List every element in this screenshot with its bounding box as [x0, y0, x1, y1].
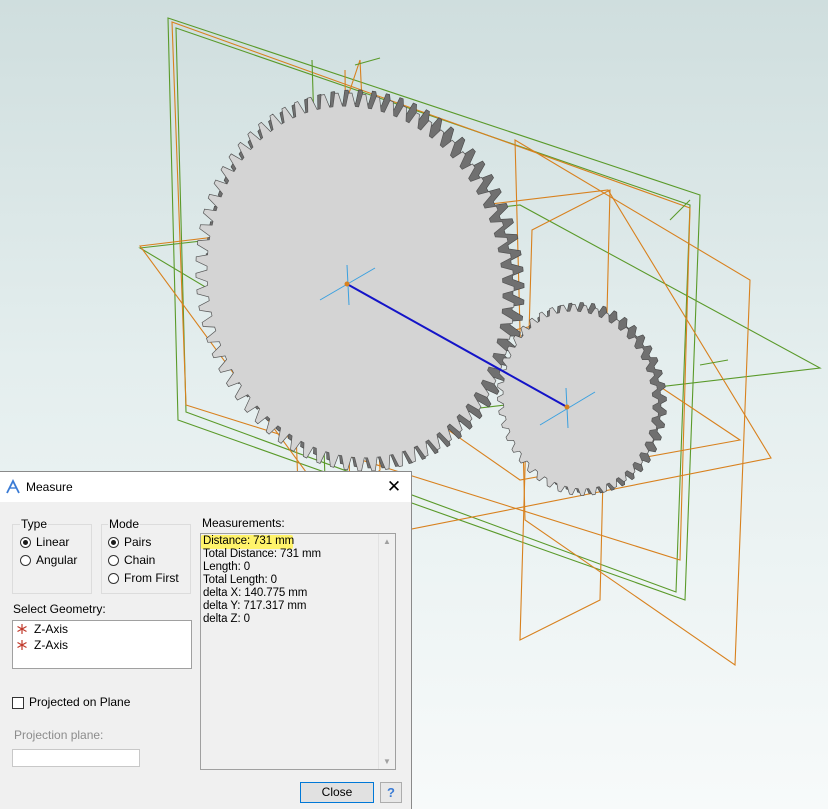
- projected-on-plane-checkbox[interactable]: [12, 697, 24, 709]
- measurements-label: Measurements:: [202, 516, 285, 530]
- type-linear-radio[interactable]: Linear: [20, 535, 69, 549]
- select-geometry-label: Select Geometry:: [13, 602, 106, 616]
- dialog-title: Measure: [26, 480, 73, 494]
- measurement-endpoint: [564, 404, 570, 410]
- mode-pairs-radio[interactable]: Pairs: [108, 535, 151, 549]
- list-item[interactable]: Z-Axis: [16, 622, 68, 636]
- radio-button-icon[interactable]: [20, 554, 31, 566]
- plane-glyph: [354, 57, 381, 66]
- close-icon[interactable]: ✕: [381, 475, 407, 499]
- large-gear: [195, 89, 525, 472]
- list-item[interactable]: Z-Axis: [16, 638, 68, 652]
- mode-group-label: Mode: [108, 517, 141, 531]
- projection-plane-field[interactable]: [12, 749, 140, 767]
- app-logo-icon: [6, 479, 20, 494]
- measure-dialog: Measure ✕ Type Linear Angular Mode Pairs…: [0, 471, 412, 809]
- radio-button-icon[interactable]: [108, 572, 119, 584]
- projected-on-plane-label: Projected on Plane: [29, 695, 131, 709]
- geometry-item-label: Z-Axis: [34, 638, 68, 652]
- dialog-titlebar[interactable]: Measure ✕: [0, 472, 411, 502]
- radio-label: Chain: [124, 553, 156, 567]
- mode-from-first-radio[interactable]: From First: [108, 571, 179, 585]
- type-group-label: Type: [20, 517, 49, 531]
- radio-label: Pairs: [124, 535, 152, 549]
- measurement-endpoint: [344, 281, 350, 287]
- type-angular-radio[interactable]: Angular: [20, 553, 77, 567]
- projection-plane-label: Projection plane:: [14, 728, 104, 742]
- close-button[interactable]: Close: [300, 782, 374, 803]
- scroll-down-icon[interactable]: ▼: [383, 757, 391, 766]
- measurement-distance: Distance: 731 mm: [203, 535, 295, 547]
- radio-button-icon[interactable]: [108, 554, 119, 566]
- plane-glyph: [669, 199, 691, 221]
- radio-button-icon[interactable]: [20, 536, 31, 548]
- axis-icon: [17, 640, 27, 650]
- axis-icon: [17, 624, 27, 634]
- radio-label: Angular: [36, 553, 78, 567]
- measurement-length: Length: 0: [203, 561, 251, 573]
- radio-button-icon[interactable]: [108, 536, 119, 548]
- measurements-panel[interactable]: Distance: 731 mm Total Distance: 731 mm …: [200, 533, 396, 770]
- measurement-delta-z: delta Z: 0: [203, 613, 250, 625]
- help-button[interactable]: ?: [380, 782, 402, 803]
- measurements-scrollbar[interactable]: ▲ ▼: [378, 534, 395, 769]
- scroll-up-icon[interactable]: ▲: [383, 537, 391, 546]
- radio-label: Linear: [36, 535, 70, 549]
- small-gear: [497, 302, 667, 496]
- measurement-delta-x: delta X: 140.775 mm: [203, 587, 308, 599]
- radio-label: From First: [124, 571, 179, 585]
- measurement-total-length: Total Length: 0: [203, 574, 277, 586]
- measurement-delta-y: delta Y: 717.317 mm: [203, 600, 307, 612]
- measurement-total-distance: Total Distance: 731 mm: [203, 548, 321, 560]
- mode-chain-radio[interactable]: Chain: [108, 553, 155, 567]
- geometry-item-label: Z-Axis: [34, 622, 68, 636]
- geometry-list[interactable]: Z-Axis Z-Axis: [12, 620, 192, 669]
